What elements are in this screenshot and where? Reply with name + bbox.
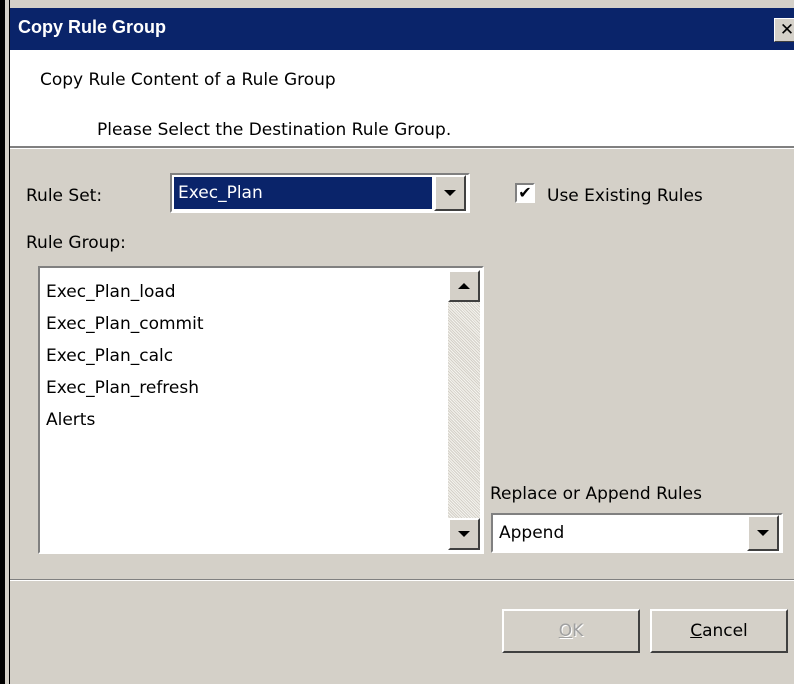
chevron-up-icon bbox=[458, 283, 470, 289]
checkmark-icon: ✔ bbox=[518, 183, 532, 202]
rule-set-selected-value: Exec_Plan bbox=[174, 177, 432, 209]
window-frame-top bbox=[0, 0, 794, 8]
list-item[interactable]: Exec_Plan_commit bbox=[46, 308, 204, 340]
dialog-heading: Copy Rule Content of a Rule Group bbox=[40, 70, 336, 90]
window-title: Copy Rule Group bbox=[18, 17, 166, 37]
window-frame-left bbox=[0, 0, 10, 684]
use-existing-rules-label[interactable]: Use Existing Rules bbox=[547, 186, 703, 206]
rule-group-items: Exec_Plan_load Exec_Plan_commit Exec_Pla… bbox=[46, 276, 204, 436]
title-bar[interactable]: Copy Rule Group ✕ bbox=[10, 8, 794, 50]
scroll-down-button[interactable] bbox=[448, 518, 480, 550]
scroll-up-button[interactable] bbox=[448, 270, 480, 302]
rule-set-dropdown-button[interactable] bbox=[434, 175, 466, 211]
replace-append-dropdown-button[interactable] bbox=[747, 515, 779, 551]
replace-append-selected-value: Append bbox=[499, 523, 565, 543]
rule-group-scrollbar[interactable] bbox=[448, 270, 480, 550]
rule-set-label: Rule Set: bbox=[26, 186, 103, 206]
copy-rule-group-dialog: Copy Rule Group ✕ Copy Rule Content of a… bbox=[0, 0, 794, 684]
dialog-subheading: Please Select the Destination Rule Group… bbox=[97, 120, 452, 140]
chevron-down-icon bbox=[444, 190, 456, 196]
rule-group-label: Rule Group: bbox=[26, 233, 126, 253]
close-button[interactable]: ✕ bbox=[774, 18, 794, 42]
list-item[interactable]: Alerts bbox=[46, 404, 204, 436]
dialog-header: Copy Rule Content of a Rule Group Please… bbox=[10, 50, 794, 146]
ok-button[interactable]: OK bbox=[502, 609, 640, 653]
chevron-down-icon bbox=[757, 530, 769, 536]
ok-accelerator: O bbox=[558, 621, 573, 641]
list-item[interactable]: Exec_Plan_calc bbox=[46, 340, 204, 372]
cancel-label-rest: ancel bbox=[702, 621, 748, 641]
list-item[interactable]: Exec_Plan_load bbox=[46, 276, 204, 308]
replace-append-dropdown[interactable]: Append bbox=[491, 513, 783, 553]
cancel-accelerator: C bbox=[690, 621, 703, 641]
list-item[interactable]: Exec_Plan_refresh bbox=[46, 372, 204, 404]
cancel-button[interactable]: Cancel bbox=[650, 609, 788, 653]
ok-label-rest: K bbox=[572, 621, 584, 641]
dialog-body: Rule Set: Exec_Plan ✔ Use Existing Rules… bbox=[10, 149, 794, 684]
replace-append-label: Replace or Append Rules bbox=[490, 484, 702, 504]
rule-group-listbox[interactable]: Exec_Plan_load Exec_Plan_commit Exec_Pla… bbox=[38, 266, 484, 554]
use-existing-rules-checkbox[interactable]: ✔ bbox=[515, 183, 535, 203]
chevron-down-icon bbox=[458, 531, 470, 537]
rule-set-dropdown[interactable]: Exec_Plan bbox=[170, 173, 470, 213]
close-icon: ✕ bbox=[779, 19, 794, 40]
